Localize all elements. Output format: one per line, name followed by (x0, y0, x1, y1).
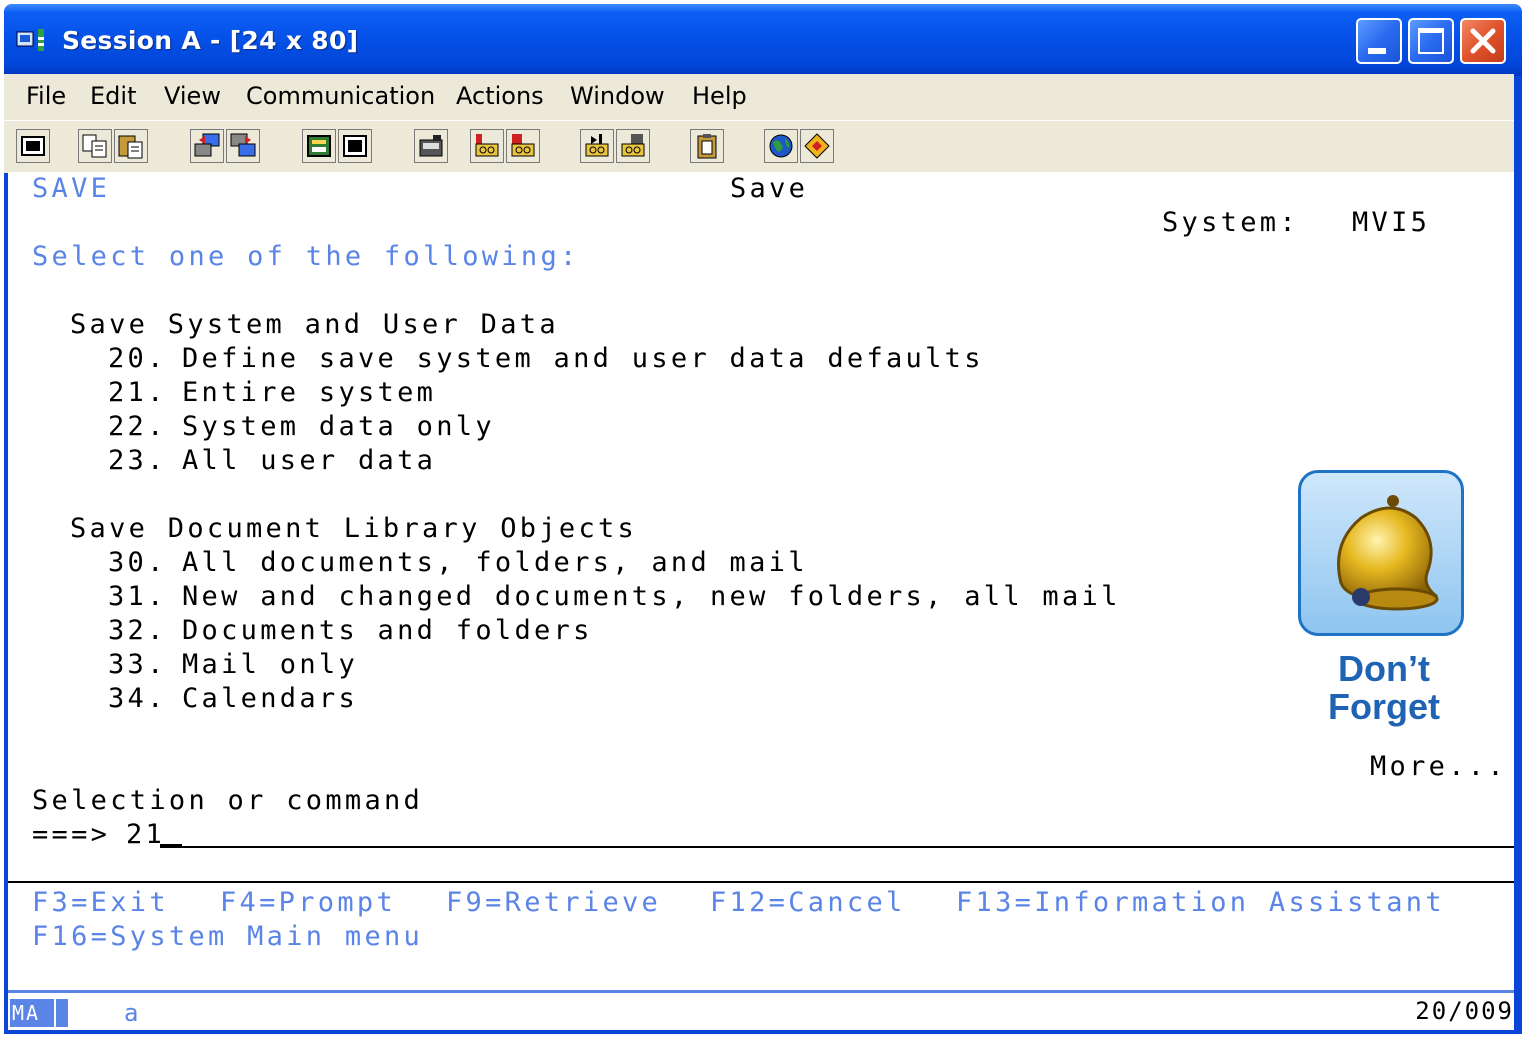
fkey-information-assistant[interactable]: F13=Information Assistant (956, 886, 1445, 920)
record-macro-button[interactable] (414, 129, 448, 163)
option-text[interactable]: Mail only (182, 648, 358, 682)
fkey-exit[interactable]: F3=Exit (32, 886, 169, 920)
clipboard-button[interactable] (690, 129, 724, 163)
copy-icon (82, 134, 107, 158)
fkey-retrieve[interactable]: F9=Retrieve (446, 886, 661, 920)
title-bar[interactable]: Session A - [24 x 80] (4, 4, 1522, 76)
close-button[interactable] (1460, 18, 1506, 64)
paste-button[interactable] (114, 129, 148, 163)
maximize-button[interactable] (1408, 18, 1454, 64)
option-text[interactable]: System data only (182, 410, 495, 444)
session-app-icon (16, 29, 44, 51)
copy-button[interactable] (78, 129, 112, 163)
toolbar (4, 120, 1514, 173)
fkey-cancel[interactable]: F12=Cancel (710, 886, 906, 920)
send-file-icon (194, 133, 220, 157)
dont-forget-callout: Don’t Forget (1298, 470, 1470, 732)
operator-info-area: MA a 20/009 (8, 990, 1514, 1030)
fkey-prompt[interactable]: F4=Prompt (220, 886, 396, 920)
terminal-screen[interactable]: SAVE Save System: MVI5 Select one of the… (8, 172, 1514, 990)
option-text[interactable]: Calendars (182, 682, 358, 716)
menu-help[interactable]: Help (692, 82, 747, 110)
minimize-button[interactable] (1356, 18, 1402, 64)
option-text[interactable]: Documents and folders (182, 614, 593, 648)
option-text[interactable]: Entire system (182, 376, 436, 410)
option-number: 23. (108, 445, 167, 476)
stop-macro-icon (511, 134, 535, 157)
menu-view[interactable]: View (164, 82, 221, 110)
paste-icon (118, 135, 143, 159)
option-text[interactable]: New and changed documents, new folders, … (182, 580, 1121, 614)
macro-edit-icon (621, 134, 645, 157)
bell-icon (1337, 495, 1439, 611)
status-mode-text: MA (12, 1001, 41, 1025)
group-heading: Save System and User Data (70, 309, 559, 340)
print-screen-button[interactable] (16, 129, 50, 163)
option-text[interactable]: Define save system and user data default… (182, 342, 984, 376)
menu-edit[interactable]: Edit (90, 82, 136, 110)
cursor-position: 20/009 (1415, 997, 1514, 1025)
selection-label: Selection or command (32, 785, 424, 816)
stop-macro-button[interactable] (506, 129, 540, 163)
play-macro-icon (475, 134, 499, 157)
option-number: 34. (108, 683, 167, 714)
web-icon (769, 134, 793, 158)
more-indicator: More... (1370, 751, 1507, 782)
receive-file-icon (230, 133, 256, 157)
separator-line (8, 881, 1514, 883)
option-number: 22. (108, 411, 167, 442)
instruction-text: Select one of the following: (32, 241, 580, 272)
status-indicator: a (124, 999, 141, 1027)
menu-bar: File Edit View Communication Actions Win… (4, 74, 1514, 120)
macro-run-icon (585, 134, 609, 157)
option-number: 33. (108, 649, 167, 680)
display-keypad-icon (307, 135, 331, 157)
display-keypad-2-icon (343, 135, 367, 157)
send-file-button[interactable] (190, 129, 224, 163)
web-button[interactable] (764, 129, 798, 163)
menu-actions[interactable]: Actions (456, 82, 544, 110)
callout-line2: Forget (1328, 686, 1440, 727)
print-screen-icon (21, 136, 45, 156)
option-number: 21. (108, 377, 167, 408)
maximize-icon (1418, 28, 1444, 54)
bell-badge (1298, 470, 1464, 636)
menu-id: SAVE (32, 173, 111, 204)
menu-file[interactable]: File (26, 82, 66, 110)
option-text[interactable]: All documents, folders, and mail (182, 546, 808, 580)
screen-title: Save (730, 173, 809, 204)
fkey-system-main-menu[interactable]: F16=System Main menu (32, 920, 423, 954)
group-heading: Save Document Library Objects (70, 513, 638, 544)
support-icon (804, 133, 830, 159)
macro-edit-button[interactable] (616, 129, 650, 163)
support-button[interactable] (800, 129, 834, 163)
system-value: MVI5 (1352, 207, 1431, 238)
option-number: 30. (108, 547, 167, 578)
record-macro-icon (419, 135, 443, 157)
clipboard-icon (697, 134, 717, 159)
status-mode: MA (10, 999, 68, 1027)
macro-run-button[interactable] (580, 129, 614, 163)
command-field-underline (168, 846, 1514, 848)
command-prompt: ===> (32, 819, 111, 850)
option-number: 32. (108, 615, 167, 646)
window-title: Session A - [24 x 80] (62, 26, 359, 55)
minimize-icon (1368, 48, 1386, 54)
option-text[interactable]: All user data (182, 444, 436, 478)
menu-window[interactable]: Window (570, 82, 665, 110)
receive-file-button[interactable] (226, 129, 260, 163)
menu-communication[interactable]: Communication (246, 82, 435, 110)
play-macro-button[interactable] (470, 129, 504, 163)
close-icon (1470, 28, 1496, 54)
system-label: System: (1162, 207, 1299, 238)
option-number: 31. (108, 581, 167, 612)
option-number: 20. (108, 343, 167, 374)
callout-line1: Don’t (1338, 648, 1430, 689)
text-cursor (160, 844, 182, 848)
status-cursor-block (54, 999, 68, 1027)
keypad-2-button[interactable] (338, 129, 372, 163)
keypad-button[interactable] (302, 129, 336, 163)
